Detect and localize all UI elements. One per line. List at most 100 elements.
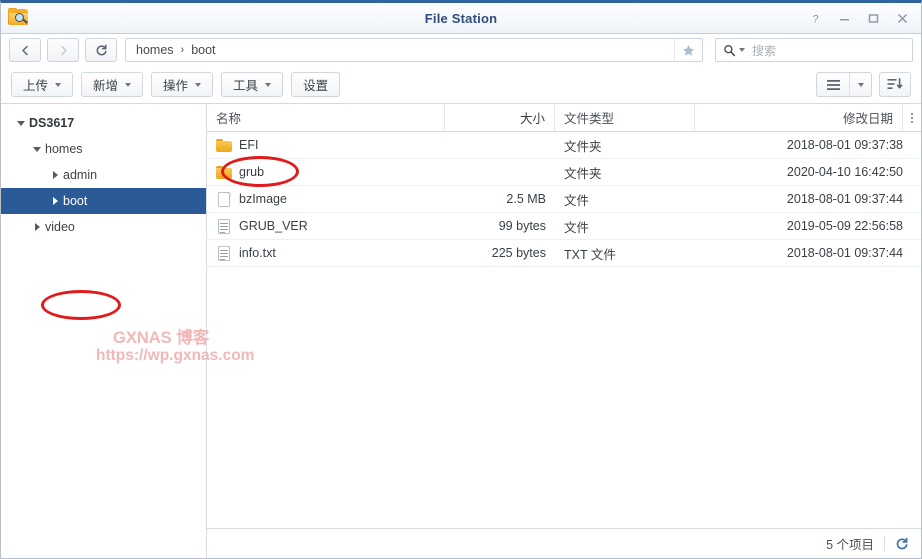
file-date-cell: 2019-05-09 22:56:58 xyxy=(786,219,903,233)
chevron-down-icon xyxy=(55,82,62,87)
search-icon xyxy=(724,44,736,56)
document-icon xyxy=(216,218,232,234)
column-header-type[interactable]: 文件类型 xyxy=(555,104,695,131)
column-header-size[interactable]: 大小 xyxy=(445,104,555,131)
folder-icon xyxy=(216,165,232,180)
status-refresh-icon[interactable] xyxy=(895,537,909,551)
file-name: EFI xyxy=(239,138,259,152)
folder-search-icon xyxy=(8,8,30,28)
svg-text:?: ? xyxy=(812,13,818,25)
file-date-cell: 2018-08-01 09:37:38 xyxy=(786,138,903,152)
column-header-date[interactable]: 修改日期 xyxy=(695,104,903,131)
column-header-name-label: 名称 xyxy=(216,112,242,126)
file-name: bzImage xyxy=(239,192,287,206)
chevron-right-icon[interactable] xyxy=(47,171,63,179)
chevron-down-icon xyxy=(265,82,272,87)
breadcrumb: homes › boot xyxy=(126,43,216,57)
sidebar-item-ds3617[interactable]: DS3617 xyxy=(1,110,206,136)
sort-descending-icon[interactable] xyxy=(879,72,911,97)
help-icon[interactable]: ? xyxy=(801,6,830,30)
sidebar-tree: DS3617 homes admin boot video xyxy=(1,104,207,558)
column-header-type-label: 文件类型 xyxy=(564,112,615,126)
sidebar-item-admin[interactable]: admin xyxy=(1,162,206,188)
maximize-icon[interactable] xyxy=(859,6,888,30)
file-type-cell: TXT 文件 xyxy=(564,247,616,262)
file-type-cell: 文件夹 xyxy=(564,139,602,154)
file-name-cell: EFI xyxy=(207,138,445,153)
settings-button[interactable]: 设置 xyxy=(291,72,341,97)
close-icon[interactable] xyxy=(888,6,917,30)
refresh-button[interactable] xyxy=(85,38,117,62)
back-button[interactable] xyxy=(9,38,41,62)
chevron-down-icon xyxy=(125,82,132,87)
search-scope-chevron-down-icon[interactable] xyxy=(739,48,745,52)
table-row[interactable]: info.txt 225 bytes TXT 文件 2018-08-01 09:… xyxy=(207,240,921,267)
toolbar-right-group xyxy=(816,72,911,97)
create-button-label: 新增 xyxy=(93,79,119,93)
red-ellipse-boot xyxy=(41,290,121,320)
file-name: grub xyxy=(239,165,265,179)
file-name-cell: GRUB_VER xyxy=(207,218,445,234)
search-placeholder: 搜索 xyxy=(752,43,777,58)
list-view-icon[interactable] xyxy=(817,73,849,96)
file-date-cell: 2018-08-01 09:37:44 xyxy=(786,246,903,260)
file-station-window: File Station ? homes › boot 搜索 上传 新增 操作 … xyxy=(0,0,922,559)
sidebar-item-boot[interactable]: boot xyxy=(1,188,206,214)
tools-button[interactable]: 工具 xyxy=(221,72,284,97)
sidebar-item-label: boot xyxy=(63,194,88,208)
chevron-down-icon[interactable] xyxy=(29,146,45,152)
action-button[interactable]: 操作 xyxy=(151,72,214,97)
upload-button[interactable]: 上传 xyxy=(11,72,74,97)
file-date-cell: 2018-08-01 09:37:44 xyxy=(786,192,903,206)
file-name-cell: bzImage xyxy=(207,191,445,207)
column-options-icon[interactable] xyxy=(903,104,921,131)
file-type-cell: 文件 xyxy=(564,220,590,235)
status-bar: 5 个项目 xyxy=(207,528,921,558)
back-icon xyxy=(21,45,28,55)
table-row[interactable]: grub 文件夹 2020-04-10 16:42:50 xyxy=(207,159,921,186)
forward-icon xyxy=(60,45,67,55)
toolbar: 上传 新增 操作 工具 设置 xyxy=(1,66,921,104)
breadcrumb-bar[interactable]: homes › boot xyxy=(125,38,703,62)
breadcrumb-item-1[interactable]: boot xyxy=(191,43,215,57)
window-controls: ? xyxy=(801,6,921,30)
sidebar-item-label: DS3617 xyxy=(29,116,75,130)
create-button[interactable]: 新增 xyxy=(81,72,144,97)
sidebar-item-video[interactable]: video xyxy=(1,214,206,240)
breadcrumb-item-0[interactable]: homes xyxy=(136,43,174,57)
file-size-cell: 225 bytes xyxy=(491,246,546,260)
view-mode-group[interactable] xyxy=(816,72,872,97)
sidebar-item-homes[interactable]: homes xyxy=(1,136,206,162)
chevron-right-icon[interactable] xyxy=(29,223,45,231)
file-size-cell: 2.5 MB xyxy=(506,192,546,206)
view-mode-chevron-down-icon[interactable] xyxy=(849,73,871,96)
file-date-cell: 2020-04-10 16:42:50 xyxy=(786,165,903,179)
column-header-size-label: 大小 xyxy=(519,112,545,126)
star-icon[interactable] xyxy=(674,39,702,61)
file-type-cell: 文件 xyxy=(564,193,590,208)
chevron-down-icon[interactable] xyxy=(13,120,29,126)
search-input[interactable]: 搜索 xyxy=(715,38,913,62)
tools-button-label: 工具 xyxy=(233,79,259,93)
table-row[interactable]: bzImage 2.5 MB 文件 2018-08-01 09:37:44 xyxy=(207,186,921,213)
file-name-cell: info.txt xyxy=(207,245,445,261)
upload-button-label: 上传 xyxy=(23,79,49,93)
chevron-down-icon xyxy=(195,82,202,87)
file-name: info.txt xyxy=(239,246,276,260)
title-bar: File Station ? xyxy=(1,3,921,34)
sidebar-item-label: admin xyxy=(63,168,98,182)
chevron-right-icon[interactable] xyxy=(47,197,63,205)
minimize-icon[interactable] xyxy=(830,6,859,30)
table-row[interactable]: GRUB_VER 99 bytes 文件 2019-05-09 22:56:58 xyxy=(207,213,921,240)
breadcrumb-separator: › xyxy=(180,44,185,56)
forward-button[interactable] xyxy=(47,38,79,62)
action-button-label: 操作 xyxy=(163,79,189,93)
file-type-cell: 文件夹 xyxy=(564,166,602,181)
file-name-cell: grub xyxy=(207,165,445,180)
column-header-name[interactable]: 名称 xyxy=(207,104,445,131)
column-header-date-label: 修改日期 xyxy=(842,112,893,126)
folder-icon xyxy=(216,138,232,153)
settings-button-label: 设置 xyxy=(303,79,329,93)
text-document-icon xyxy=(216,245,232,261)
table-row[interactable]: EFI 文件夹 2018-08-01 09:37:38 xyxy=(207,132,921,159)
